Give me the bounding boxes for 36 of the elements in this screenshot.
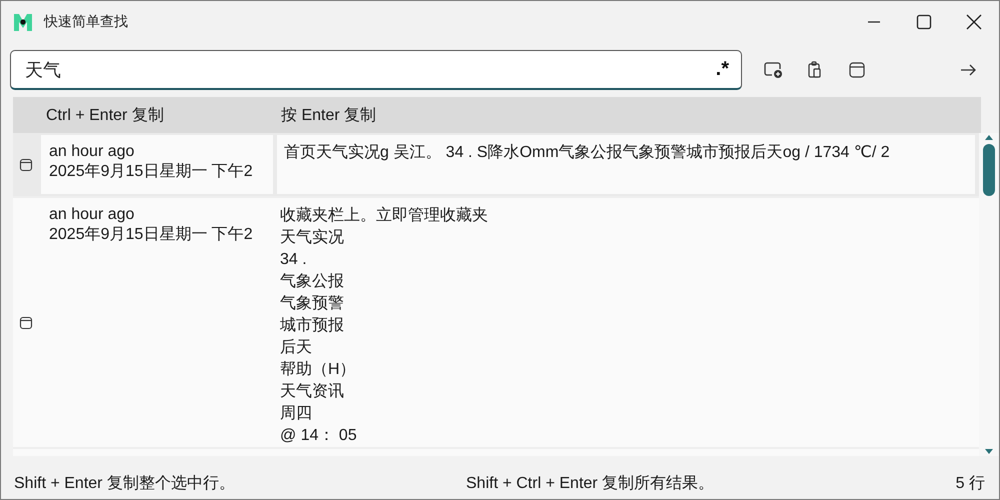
content-text: 收藏夹栏上。立即管理收藏夹: [280, 206, 489, 226]
scroll-up-icon: [984, 133, 994, 141]
time-text: an hour ago: [49, 205, 136, 225]
row-count: 5 行: [956, 474, 985, 494]
window-icon: [19, 316, 33, 330]
content-text: 首页天气实况g 吴江。 34 . S降水Omm气象公报气象预警城市预报后天og / 1734 ℃/ 2: [284, 142, 891, 163]
window-icon: [847, 60, 867, 80]
content-text: 后天: [280, 338, 313, 358]
content-text: 天气资讯: [280, 382, 345, 402]
close-icon: [966, 14, 982, 30]
time-text: an hour ago: [49, 142, 136, 162]
scrollbar[interactable]: [979, 133, 999, 456]
column-header: 按 Enter 复制: [281, 106, 376, 126]
search-field[interactable]: 天气 .*: [10, 50, 742, 90]
window-plus-icon: [763, 60, 783, 80]
content-text: 周四: [280, 404, 313, 424]
column-header: Ctrl + Enter 复制: [46, 106, 165, 126]
content-text: @ 14： 05: [280, 426, 358, 446]
scrollbar-thumb[interactable]: [983, 144, 996, 196]
status-text: Shift + Enter 复制整个选中行。: [14, 474, 236, 494]
date-text: 2025年9月15日星期一 下午2: [49, 162, 254, 182]
window-title: 快速简单查找: [44, 13, 128, 31]
content-text: 气象预警: [280, 294, 345, 314]
window-icon: [19, 158, 33, 172]
content-text: 气象公报: [280, 272, 345, 292]
table-row[interactable]: an hour ago 2025年9月15日星期一 下午2 首页天气实况g 吴江。 34 . S降水Omm气象公报气象预警城市预报后天og / 1734 ℃/ 2: [13, 133, 980, 198]
scroll-down-icon: [984, 448, 994, 456]
content-text: 城市预报: [280, 316, 345, 336]
date-text: 2025年9月15日星期一 下午2: [49, 225, 254, 245]
content-text: 天气实况: [280, 228, 345, 248]
content-text: 34 .: [280, 250, 308, 270]
app-logo-icon: [13, 12, 33, 32]
status-text: Shift + Ctrl + Enter 复制所有结果。: [466, 474, 714, 494]
content-text: 帮助（H）: [280, 360, 357, 380]
regex-toggle[interactable]: .*: [716, 58, 729, 81]
maximize-icon: [916, 14, 932, 30]
